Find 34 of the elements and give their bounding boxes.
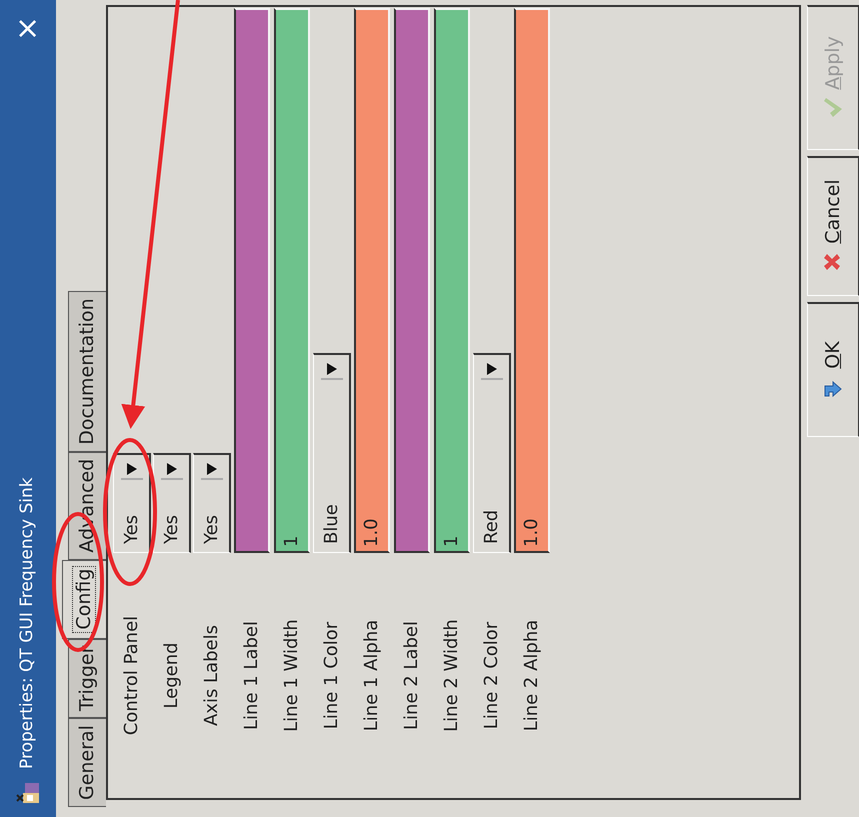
dropdown[interactable]: Yes xyxy=(113,453,151,553)
tab[interactable]: General xyxy=(68,718,106,807)
caret-icon xyxy=(126,463,136,475)
param-label: Line 2 Color xyxy=(480,620,503,732)
tab[interactable]: Trigger xyxy=(68,638,106,718)
param-label: Control Panel xyxy=(120,614,143,738)
dropdown[interactable]: Yes xyxy=(153,453,191,553)
param-label: Line 1 Color xyxy=(320,620,343,732)
dialog-button[interactable]: OK xyxy=(807,302,859,437)
input-field[interactable]: 1.0 xyxy=(514,8,550,553)
param-label: Line 1 Alpha xyxy=(360,618,383,734)
dropdown[interactable]: Yes xyxy=(193,453,231,553)
close-button[interactable]: × xyxy=(13,12,43,46)
param-label: Line 2 Label xyxy=(400,620,423,732)
caret-icon xyxy=(206,463,216,475)
dropdown[interactable]: Blue xyxy=(313,353,351,553)
input-field[interactable]: 1 xyxy=(274,8,310,553)
param-label: Line 1 Label xyxy=(240,620,263,732)
window-title: Properties: QT GUI Frequency Sink xyxy=(16,476,38,769)
tab[interactable]: Documentation xyxy=(68,291,106,452)
caret-icon xyxy=(326,363,336,375)
input-field[interactable]: 1 xyxy=(434,8,470,553)
input-field[interactable]: 1.0 xyxy=(354,8,390,553)
input-field[interactable] xyxy=(394,8,430,553)
input-field[interactable] xyxy=(234,8,270,553)
param-label: Line 2 Width xyxy=(440,618,463,734)
dialog-button[interactable]: Cancel xyxy=(807,156,859,296)
param-label: Axis Labels xyxy=(200,624,223,728)
param-label: Legend xyxy=(160,641,183,711)
param-label: Line 1 Width xyxy=(280,618,303,734)
caret-icon xyxy=(166,463,176,475)
caret-icon xyxy=(486,363,496,375)
param-label: Line 2 Alpha xyxy=(520,618,543,734)
dropdown[interactable]: Red xyxy=(473,353,511,553)
